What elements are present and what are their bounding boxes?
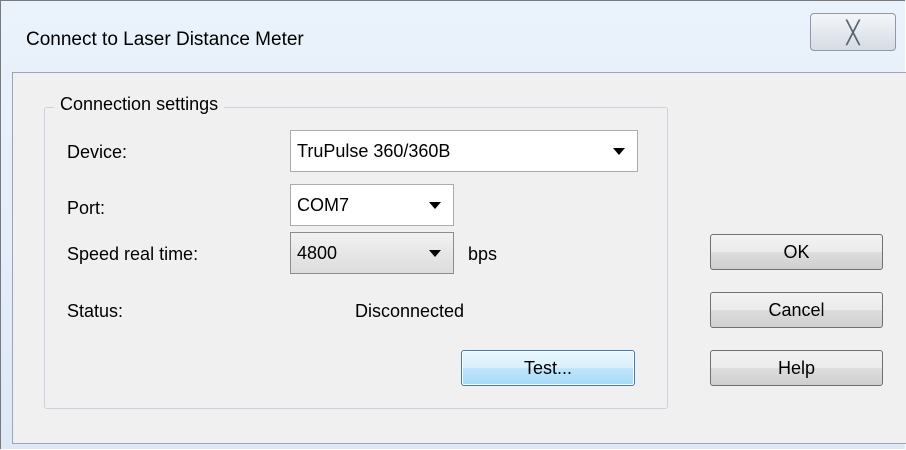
- chevron-down-icon: [429, 202, 441, 209]
- ok-button[interactable]: OK: [710, 234, 883, 270]
- chevron-down-icon: [613, 148, 625, 155]
- test-button[interactable]: Test...: [461, 350, 635, 386]
- group-legend: Connection settings: [54, 94, 225, 115]
- close-icon: ╳: [846, 20, 860, 45]
- device-value: TruPulse 360/360B: [297, 141, 451, 161]
- speed-unit: bps: [468, 244, 498, 264]
- speed-select[interactable]: 4800: [290, 232, 454, 274]
- device-label: Device:: [67, 142, 128, 162]
- close-button[interactable]: ╳: [810, 13, 896, 51]
- port-label: Port:: [67, 198, 106, 218]
- port-value: COM7: [297, 195, 350, 215]
- device-select[interactable]: TruPulse 360/360B: [290, 130, 638, 172]
- status-label: Status:: [67, 301, 124, 321]
- help-button[interactable]: Help: [710, 350, 883, 386]
- status-value: Disconnected: [355, 301, 465, 321]
- port-select[interactable]: COM7: [290, 184, 454, 226]
- window-title: Connect to Laser Distance Meter: [26, 29, 304, 50]
- speed-label: Speed real time:: [67, 244, 199, 264]
- chevron-down-icon: [429, 250, 441, 257]
- cancel-button[interactable]: Cancel: [710, 292, 883, 328]
- title-bar[interactable]: Connect to Laser Distance Meter ╳: [1, 1, 906, 81]
- speed-value: 4800: [297, 243, 338, 263]
